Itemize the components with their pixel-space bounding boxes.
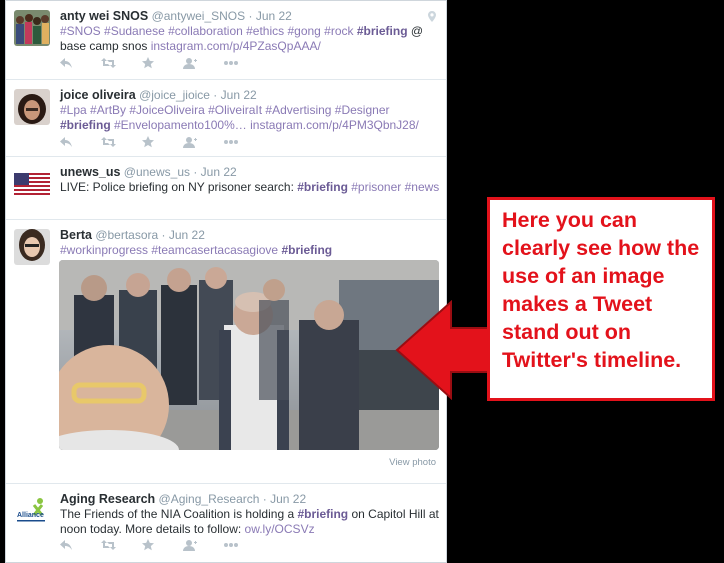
location-icon[interactable] — [428, 9, 436, 27]
user-name[interactable]: unews_us — [60, 165, 120, 179]
retweet-icon[interactable] — [101, 135, 142, 149]
avatar[interactable] — [14, 229, 50, 265]
tweet-actions — [60, 135, 265, 149]
tweet-date[interactable]: Jun 22 — [169, 228, 205, 242]
tweet-link[interactable]: instagram.com/p/4PZasQpAAA/ — [151, 39, 321, 53]
hashtag-briefing[interactable]: #briefing — [297, 180, 348, 194]
hashtag-news[interactable]: #news — [405, 180, 440, 194]
hashtag-prisoner[interactable]: #prisoner — [348, 180, 405, 194]
text-segment: LIVE: Police briefing on NY prisoner sea… — [60, 180, 298, 194]
tweet-text: The Friends of the NIA Coalition is hold… — [60, 507, 440, 537]
user-name[interactable]: Berta — [60, 228, 92, 242]
hashtag-briefing[interactable]: #briefing — [60, 118, 111, 132]
more-icon[interactable] — [224, 135, 265, 149]
tweet-text: #workinprogress #teamcasertacasagiove #b… — [60, 243, 440, 258]
tweet-text: #Lpa #ArtBy #JoiceOliveira #OliveiraIt #… — [60, 103, 440, 133]
hashtag-briefing[interactable]: #briefing — [281, 243, 332, 257]
tweet-text: #SNOS #Sudanese #collaboration #ethics #… — [60, 24, 440, 54]
tweet-actions — [60, 56, 265, 70]
hashtag-briefing[interactable]: #briefing — [357, 24, 408, 38]
callout-text: Here you can clearly see how the use of … — [502, 208, 700, 372]
tweet-actions — [60, 538, 265, 552]
reply-icon[interactable] — [60, 135, 101, 149]
tweet-link[interactable]: ow.ly/OCSVz — [245, 522, 315, 536]
alliance-logo-text: Alliance — [17, 512, 44, 519]
tweet-date[interactable]: Jun 22 — [270, 492, 306, 506]
follow-icon[interactable] — [183, 56, 224, 70]
retweet-icon[interactable] — [101, 56, 142, 70]
twitter-timeline: anty wei SNOS @antywei_SNOS · Jun 22 #SN… — [5, 0, 447, 563]
tweet-date[interactable]: Jun 22 — [256, 9, 292, 23]
avatar[interactable] — [14, 173, 50, 195]
favorite-icon[interactable] — [142, 538, 183, 552]
avatar[interactable] — [14, 10, 50, 46]
avatar[interactable] — [14, 89, 50, 125]
view-photo-link[interactable]: View photo — [389, 457, 436, 468]
tweet-text: LIVE: Police briefing on NY prisoner sea… — [60, 180, 440, 195]
tweet[interactable]: anty wei SNOS @antywei_SNOS · Jun 22 #SN… — [6, 1, 446, 80]
more-icon[interactable] — [224, 538, 265, 552]
follow-icon[interactable] — [183, 538, 224, 552]
tweet[interactable]: Berta @bertasora · Jun 22 #workinprogres… — [6, 220, 446, 484]
hashtags[interactable]: #SNOS #Sudanese #collaboration #ethics #… — [60, 24, 357, 38]
more-icon[interactable] — [224, 56, 265, 70]
hashtag-briefing[interactable]: #briefing — [297, 507, 348, 521]
favorite-icon[interactable] — [142, 135, 183, 149]
favorite-icon[interactable] — [142, 56, 183, 70]
user-handle[interactable]: @joice_jioice — [139, 88, 210, 102]
user-name[interactable]: joice oliveira — [60, 88, 136, 102]
tweet-date[interactable]: Jun 22 — [221, 88, 257, 102]
annotation-arrow — [395, 300, 490, 400]
user-name[interactable]: anty wei SNOS — [60, 9, 148, 23]
user-handle[interactable]: @antywei_SNOS — [152, 9, 246, 23]
follow-icon[interactable] — [183, 135, 224, 149]
user-handle[interactable]: @bertasora — [95, 228, 158, 242]
tweet-photo[interactable] — [59, 260, 439, 450]
text-segment: The Friends of the NIA Coalition is hold… — [60, 507, 298, 521]
tweet-link[interactable]: instagram.com/p/4PM3QbnJ28/ — [250, 118, 419, 132]
avatar[interactable]: Alliance — [14, 493, 50, 529]
annotation-callout: Here you can clearly see how the use of … — [487, 197, 715, 401]
tweet[interactable]: Alliance Aging Research @Aging_Research … — [6, 484, 446, 562]
tweet[interactable]: unews_us @unews_us · Jun 22 LIVE: Police… — [6, 157, 446, 220]
hashtags[interactable]: #Envelopamento100%… — [111, 118, 250, 132]
user-handle[interactable]: @Aging_Research — [159, 492, 260, 506]
user-handle[interactable]: @unews_us — [124, 165, 190, 179]
tweet[interactable]: joice oliveira @joice_jioice · Jun 22 #L… — [6, 80, 446, 157]
retweet-icon[interactable] — [101, 538, 142, 552]
tweet-date[interactable]: Jun 22 — [201, 165, 237, 179]
hashtags[interactable]: #workinprogress #teamcasertacasagiove — [60, 243, 281, 257]
hashtags[interactable]: #Lpa #ArtBy #JoiceOliveira #OliveiraIt #… — [60, 103, 390, 117]
user-name[interactable]: Aging Research — [60, 492, 155, 506]
reply-icon[interactable] — [60, 56, 101, 70]
reply-icon[interactable] — [60, 538, 101, 552]
